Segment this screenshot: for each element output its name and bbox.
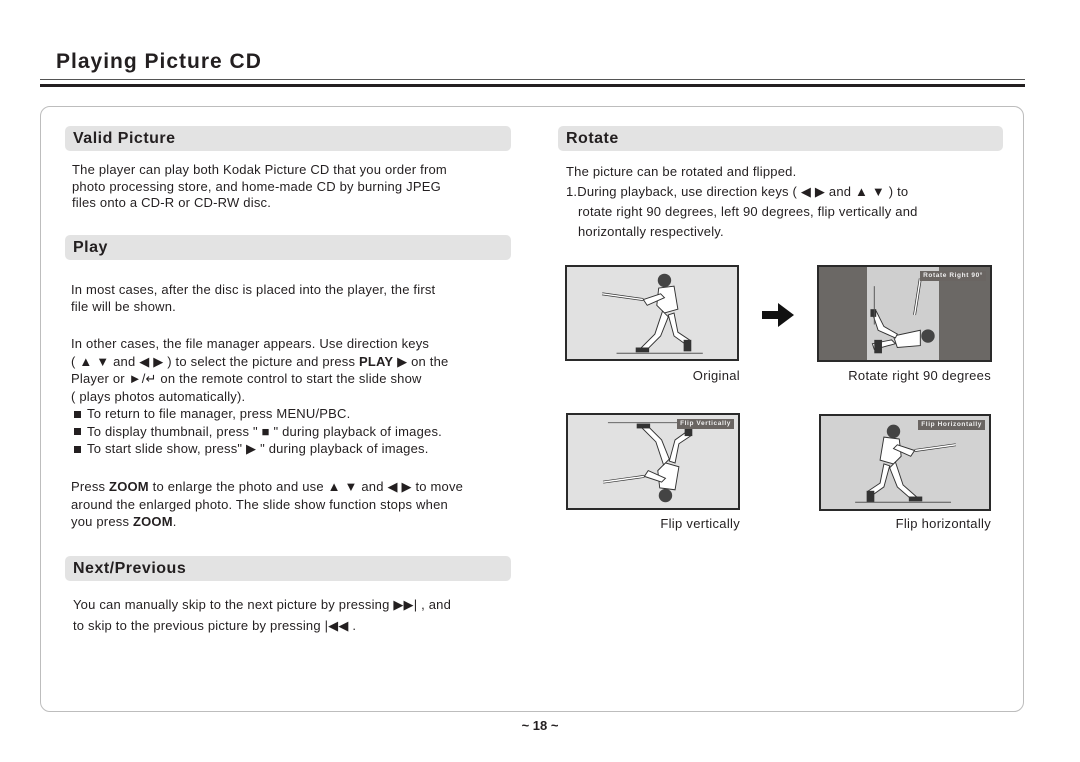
figure-caption: Rotate right 90 degrees bbox=[848, 368, 991, 383]
text-span: Press bbox=[71, 479, 110, 494]
text-line: around the enlarged photo. The slide sho… bbox=[71, 496, 448, 512]
bullet-item: To display thumbnail, press " ■ " during… bbox=[71, 423, 448, 441]
figure-flip-horizontal: Flip Horizontally bbox=[819, 414, 991, 511]
text-line: You can manually skip to the next pictur… bbox=[73, 597, 452, 612]
play-key-label: PLAY bbox=[359, 353, 394, 369]
text-line: files onto a CD-R or CD-RW disc. bbox=[72, 195, 272, 210]
text-span: to enlarge the photo and use ▲ ▼ and ◀ ▶… bbox=[148, 479, 464, 494]
bullet-text: To start slide show, press" ▶ " during p… bbox=[87, 441, 429, 456]
text-line: 1.During playback, use direction keys ( … bbox=[566, 184, 909, 199]
rotate-text: The picture can be rotated and flipped. … bbox=[566, 162, 918, 242]
play-text-1: In most cases, after the disc is placed … bbox=[71, 282, 435, 315]
osd-label: Rotate Right 90° bbox=[920, 271, 986, 281]
text-line: file will be shown. bbox=[71, 298, 176, 314]
text-line: to skip to the previous picture by press… bbox=[73, 618, 357, 633]
title-rule-thin bbox=[40, 79, 1025, 80]
text-span: you press bbox=[71, 514, 133, 529]
bullet-item: To start slide show, press" ▶ " during p… bbox=[71, 440, 448, 458]
text-line: ( plays photos automatically). bbox=[71, 388, 246, 404]
bullet-square-icon bbox=[74, 428, 81, 436]
figure-caption: Original bbox=[692, 368, 740, 383]
title-rule-thick bbox=[40, 84, 1025, 87]
text-span: ▶ on the bbox=[393, 353, 449, 369]
right-arrow-icon bbox=[762, 303, 794, 327]
zoom-text: Press ZOOM to enlarge the photo and use … bbox=[71, 478, 463, 531]
figure-caption: Flip horizontally bbox=[895, 516, 991, 531]
figure-original bbox=[565, 265, 739, 361]
text-line: you press ZOOM. bbox=[71, 513, 463, 531]
text-line: The player can play both Kodak Picture C… bbox=[72, 162, 447, 177]
text-line: Press ZOOM to enlarge the photo and use … bbox=[71, 478, 463, 496]
section-heading-valid-picture: Valid Picture bbox=[65, 126, 511, 151]
next-previous-text: You can manually skip to the next pictur… bbox=[73, 594, 451, 636]
text-line: The picture can be rotated and flipped. bbox=[566, 164, 797, 179]
text-line: Player or ►/↵ on the remote control to s… bbox=[71, 371, 422, 386]
play-text-2: In other cases, the file manager appears… bbox=[71, 335, 448, 458]
figure-flip-vertical: Flip Vertically bbox=[566, 413, 740, 510]
bullet-item: To return to file manager, press MENU/PB… bbox=[71, 405, 448, 423]
zoom-key-label: ZOOM bbox=[109, 479, 149, 494]
osd-label: Flip Vertically bbox=[677, 419, 734, 429]
text-line: ( ▲ ▼ and ◀ ▶ ) to select the picture an… bbox=[71, 353, 448, 371]
page-title: Playing Picture CD bbox=[56, 50, 262, 73]
text-line: horizontally respectively. bbox=[578, 224, 724, 239]
osd-label: Flip Horizontally bbox=[918, 420, 985, 430]
text-span: . bbox=[172, 514, 177, 529]
figure-rotate-right: Rotate Right 90° bbox=[817, 265, 992, 362]
bullet-text: To return to file manager, press MENU/PB… bbox=[87, 406, 351, 421]
section-heading-rotate: Rotate bbox=[558, 126, 1003, 151]
valid-picture-text: The player can play both Kodak Picture C… bbox=[72, 162, 447, 212]
text-line: In other cases, the file manager appears… bbox=[71, 336, 430, 351]
text-span: ( ▲ ▼ and ◀ ▶ ) to select the picture an… bbox=[71, 353, 360, 369]
section-heading-play: Play bbox=[65, 235, 511, 260]
batter-image bbox=[601, 273, 703, 354]
figure-caption: Flip vertically bbox=[660, 516, 740, 531]
bullet-text: To display thumbnail, press " ■ " during… bbox=[87, 423, 442, 439]
section-heading-next-previous: Next/Previous bbox=[65, 556, 511, 581]
page-number: ~ 18 ~ bbox=[521, 718, 559, 733]
bullet-square-icon bbox=[74, 445, 81, 453]
text-line: rotate right 90 degrees, left 90 degrees… bbox=[578, 204, 918, 219]
bullet-square-icon bbox=[74, 410, 81, 418]
zoom-key-label: ZOOM bbox=[132, 514, 173, 529]
text-line: photo processing store, and home-made CD… bbox=[72, 178, 441, 194]
text-line: In most cases, after the disc is placed … bbox=[71, 282, 436, 297]
